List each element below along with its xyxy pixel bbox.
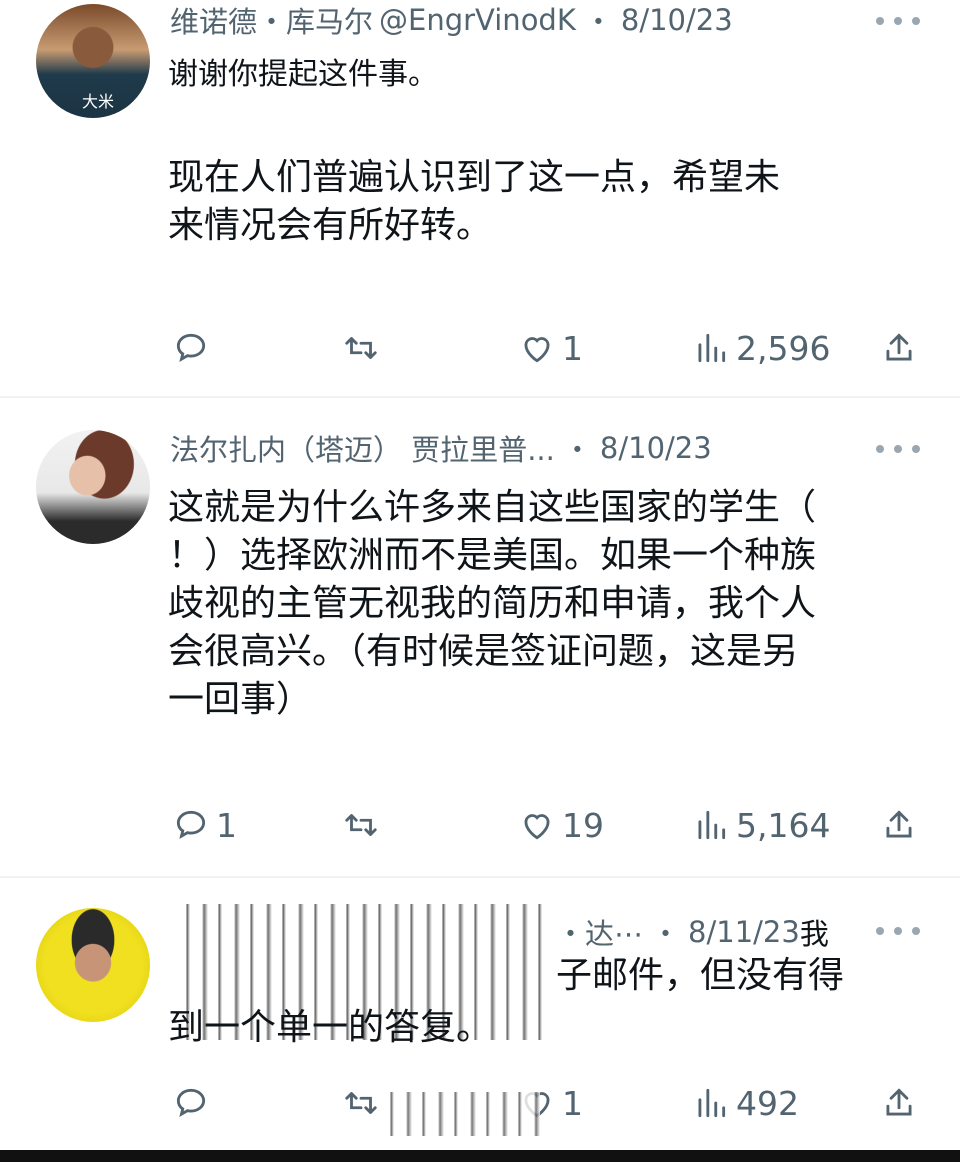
- share-button[interactable]: [880, 803, 918, 847]
- tweet-text-line: 子邮件，但没有得: [556, 955, 845, 996]
- avatar[interactable]: [36, 430, 150, 544]
- more-icon[interactable]: [876, 6, 920, 36]
- share-button[interactable]: [880, 1081, 918, 1125]
- tweet-1[interactable]: 大米 维诺德・库马尔 @EngrVinodK ・ 8/10/23 谢谢你提起这件…: [0, 0, 960, 398]
- redacted-strip: [380, 1092, 540, 1136]
- like-icon: [524, 814, 550, 840]
- tweet-header: ・达⋯ ・ 8/11/23 我: [556, 912, 880, 952]
- separator-dot: ・: [651, 917, 681, 951]
- reply-button[interactable]: [172, 326, 216, 370]
- reply-icon: [176, 810, 206, 839]
- views-button[interactable]: 492: [692, 1081, 799, 1125]
- views-button[interactable]: 2,596: [692, 326, 830, 370]
- reply-icon: [176, 1088, 206, 1117]
- author-name[interactable]: 法尔扎内（塔迈） 贾拉里普...: [170, 428, 555, 468]
- reply-button[interactable]: 1: [172, 803, 237, 847]
- tweet-date[interactable]: 8/10/23: [621, 3, 733, 37]
- tweet-header: 维诺德・库马尔 @EngrVinodK ・ 8/10/23: [170, 0, 920, 40]
- tweet-text-line: 歧视的主管无视我的简历和申请，我个人: [168, 583, 817, 624]
- like-count: 1: [562, 328, 583, 368]
- tweet-text-line: 谢谢你提起这件事。: [168, 57, 438, 92]
- views-count: 492: [736, 1083, 799, 1123]
- like-icon: [524, 337, 550, 363]
- author-name-fragment[interactable]: ・达⋯: [556, 912, 643, 952]
- views-icon: [698, 1088, 726, 1118]
- like-count: 1: [562, 1083, 583, 1123]
- like-button[interactable]: 1: [518, 326, 583, 370]
- author-name[interactable]: 维诺德・库马尔: [170, 0, 373, 40]
- reply-button[interactable]: [172, 1081, 216, 1125]
- avatar[interactable]: [36, 908, 150, 1022]
- share-icon: [886, 810, 912, 838]
- tweet-text-line: 会很高兴。（有时候是签证问题，这是另: [168, 631, 799, 672]
- separator-dot: ・: [562, 433, 592, 467]
- repost-button[interactable]: [342, 326, 386, 370]
- share-icon: [886, 333, 912, 361]
- tweet-3[interactable]: ・达⋯ ・ 8/11/23 我 子邮件，但没有得 到一个单一的答复。 1 492: [0, 876, 960, 1150]
- avatar-text: 大米: [82, 92, 115, 111]
- tweet-text-line: 一回事）: [168, 679, 313, 720]
- share-icon: [886, 1088, 912, 1116]
- tweet-text-line: 这就是为什么许多来自这些国家的学生（: [168, 487, 817, 528]
- like-count: 19: [562, 805, 604, 845]
- avatar[interactable]: 大米: [36, 4, 150, 118]
- tweet-text-line: 来情况会有所好转。: [168, 205, 493, 246]
- more-icon[interactable]: [876, 916, 920, 946]
- tweet-actions: 1 2,596: [172, 326, 920, 370]
- repost-icon: [345, 1092, 377, 1114]
- tweet-actions: 1 492: [172, 1081, 920, 1125]
- repost-button[interactable]: [342, 803, 386, 847]
- tweet-2[interactable]: 法尔扎内（塔迈） 贾拉里普... ・ 8/10/23 这就是为什么许多来自这些国…: [0, 396, 960, 878]
- repost-icon: [345, 337, 377, 359]
- views-count: 2,596: [736, 328, 831, 368]
- views-button[interactable]: 5,164: [692, 803, 830, 847]
- tweet-text-line: 现在人们普遍认识到了这一点，希望未: [168, 157, 781, 198]
- tweet-text-line: 到一个单一的答复。: [168, 1007, 493, 1048]
- bottom-bar: [0, 1150, 960, 1162]
- share-button[interactable]: [880, 326, 918, 370]
- more-icon[interactable]: [876, 434, 920, 464]
- repost-icon: [345, 814, 377, 836]
- tweet-actions: 1 19 5,164: [172, 803, 920, 847]
- separator-dot: ・: [583, 5, 613, 39]
- overflow-text: 我: [799, 917, 829, 951]
- views-icon: [698, 810, 726, 840]
- views-icon: [698, 333, 726, 363]
- tweet-header: 法尔扎内（塔迈） 贾拉里普... ・ 8/10/23: [170, 428, 920, 468]
- tweet-date[interactable]: 8/10/23: [600, 431, 712, 465]
- reply-count: 1: [216, 805, 237, 845]
- like-button[interactable]: 19: [518, 803, 604, 847]
- reply-icon: [176, 333, 206, 362]
- tweet-text-line: ！）选择欧洲而不是美国。如果一个种族: [168, 535, 817, 576]
- author-handle[interactable]: @EngrVinodK: [379, 3, 576, 37]
- views-count: 5,164: [736, 805, 831, 845]
- tweet-date[interactable]: 8/11/23: [688, 915, 800, 949]
